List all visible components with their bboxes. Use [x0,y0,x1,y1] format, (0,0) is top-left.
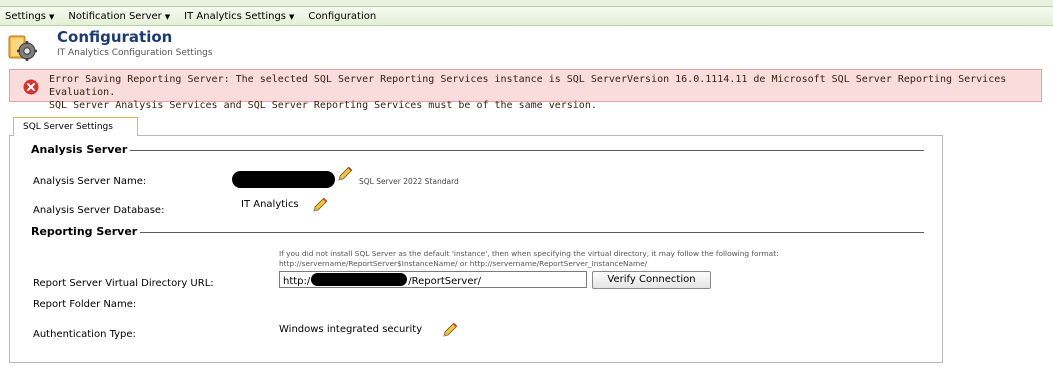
hint-line-2: http://servername/ReportServer$InstanceN… [279,259,648,268]
section-divider [140,232,924,233]
chevron-down-icon: ▼ [49,12,55,21]
error-message: Error Saving Reporting Server: The selec… [9,69,1042,111]
menu-configuration-label: Configuration [308,10,377,22]
page-subtitle: IT Analytics Configuration Settings [57,48,213,58]
menu-bar: Settings ▼ Notification Server ▼ IT Analyt… [0,6,1053,26]
tab-sql-server-settings[interactable]: SQL Server Settings [13,117,138,136]
report-server-url-label: Report Server Virtual Directory URL: [33,278,214,289]
server-edition: SQL Server 2022 Standard [359,177,459,186]
reporting-server-heading: Reporting Server [31,225,138,238]
error-text: Error Saving Reporting Server: The selec… [49,73,1039,112]
error-line-2: SQL Server Analysis Services and SQL Ser… [49,100,597,111]
menu-settings-label: Settings [5,10,47,22]
hint-line-1: If you did not install SQL Server as the… [279,249,779,258]
verify-connection-button[interactable]: Verify Connection [592,271,711,289]
page-title: Configuration [57,28,173,46]
menu-notification-server-label: Notification Server [68,10,162,22]
edit-pencil-icon[interactable] [337,166,353,182]
menu-configuration[interactable]: Configuration [301,11,383,22]
menu-it-analytics-settings-label: IT Analytics Settings [184,10,286,22]
report-server-url-input[interactable]: http:/ /ReportServer/ [279,271,587,288]
chevron-down-icon: ▼ [289,12,295,21]
url-prefix: http:/ [283,276,311,287]
virtual-directory-hint: If you did not install SQL Server as the… [279,249,919,269]
authentication-type-value: Windows integrated security [279,324,423,335]
error-x-icon [23,79,39,95]
section-divider [130,150,924,151]
menu-it-analytics-settings[interactable]: IT Analytics Settings ▼ [177,11,301,22]
authentication-type-label: Authentication Type: [33,329,136,340]
redacted-server-host [311,273,408,286]
chevron-down-icon: ▼ [164,12,171,21]
edit-pencil-icon[interactable] [442,322,458,338]
analysis-server-heading: Analysis Server [31,143,128,156]
url-suffix: /ReportServer/ [408,276,481,287]
analysis-server-name-label: Analysis Server Name: [33,176,147,187]
edit-pencil-icon[interactable] [312,197,328,213]
error-line-1: Error Saving Reporting Server: The selec… [49,74,1007,98]
menu-settings[interactable]: Settings ▼ [0,11,61,22]
redacted-server-name [232,171,335,188]
analysis-server-database-label: Analysis Server Database: [33,205,165,216]
configuration-gear-icon [8,35,37,61]
analysis-server-database-value: IT Analytics [241,199,299,210]
menu-notification-server[interactable]: Notification Server ▼ [61,11,177,22]
report-folder-name-label: Report Folder Name: [33,299,137,310]
